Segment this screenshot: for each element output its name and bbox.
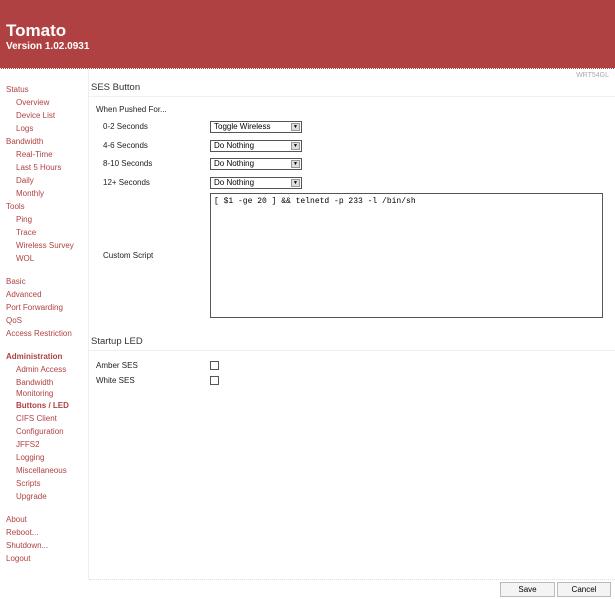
router-model: WRT54GL [576, 72, 609, 79]
sidebar-nav: Status Overview Device List Logs Bandwidth Re… [0, 69, 89, 579]
app-title: Tomato [6, 21, 67, 40]
chevron-down-icon: ▼ [291, 160, 300, 168]
cancel-button[interactable]: Cancel [557, 582, 611, 597]
duration-label: 4-6 Seconds [103, 140, 148, 150]
sidebar-item-wol[interactable]: WOL [16, 254, 34, 263]
chevron-down-icon: ▼ [291, 178, 300, 187]
sidebar-item-last-5-hours[interactable]: Last 5 Hours [16, 163, 61, 172]
sidebar-item-reboot[interactable]: Reboot... [6, 528, 38, 537]
sidebar-item-trace[interactable]: Trace [16, 228, 36, 237]
sidebar-item-configuration[interactable]: Configuration [16, 427, 64, 436]
duration-label: 12+ Seconds [103, 177, 150, 187]
duration-label: 0-2 Seconds [103, 122, 148, 131]
divider [89, 350, 615, 351]
sidebar-item-administration[interactable]: Administration [6, 352, 62, 361]
sidebar-item-real-time[interactable]: Real-Time [16, 150, 53, 159]
startup-led-title: Startup LED [91, 336, 143, 347]
action-select[interactable]: Do Nothing ▼ [210, 176, 302, 189]
sidebar-item-wireless-survey[interactable]: Wireless Survey [16, 241, 74, 250]
action-select-value: Toggle Wireless [214, 122, 271, 131]
chevron-down-icon: ▼ [291, 123, 300, 131]
sidebar-item-advanced[interactable]: Advanced [6, 290, 42, 299]
chevron-down-icon: ▼ [291, 141, 300, 150]
white-ses-checkbox[interactable] [210, 376, 219, 385]
action-select[interactable]: Do Nothing ▼ [210, 158, 302, 170]
sidebar-item-device-list[interactable]: Device List [16, 111, 55, 120]
sidebar-item-ping[interactable]: Ping [16, 215, 32, 224]
sidebar-item-daily[interactable]: Daily [16, 176, 34, 185]
sidebar-item-cifs-client[interactable]: CIFS Client [16, 414, 57, 423]
sidebar-item-logs[interactable]: Logs [16, 124, 33, 133]
action-select[interactable]: Do Nothing ▼ [210, 139, 302, 152]
save-button[interactable]: Save [500, 582, 555, 597]
custom-script-input[interactable]: [ $1 -ge 20 ] && telnetd -p 233 -l /bin/… [210, 193, 603, 318]
action-select-value: Do Nothing [214, 140, 255, 150]
divider [89, 96, 615, 97]
sidebar-item-bandwidth-monitoring[interactable]: Bandwidth Monitoring [16, 378, 66, 399]
action-select-value: Do Nothing [214, 177, 255, 187]
sidebar-item-upgrade[interactable]: Upgrade [16, 492, 47, 501]
when-pushed-label: When Pushed For... [96, 105, 167, 114]
sidebar-item-logging[interactable]: Logging [16, 453, 44, 462]
footer-divider [89, 579, 615, 580]
action-select[interactable]: Toggle Wireless ▼ [210, 121, 302, 133]
sidebar-item-qos[interactable]: QoS [6, 316, 22, 325]
sidebar-item-logout[interactable]: Logout [6, 554, 30, 563]
sidebar-item-shutdown[interactable]: Shutdown... [6, 541, 48, 550]
action-select-value: Do Nothing [214, 159, 255, 168]
sidebar-item-basic[interactable]: Basic [6, 277, 26, 286]
version-label: Version 1.02.0931 [6, 41, 90, 52]
white-ses-label: White SES [96, 376, 135, 385]
sidebar-item-admin-access[interactable]: Admin Access [16, 365, 66, 374]
sidebar-item-jffs2[interactable]: JFFS2 [16, 440, 40, 449]
sidebar-item-bandwidth[interactable]: Bandwidth [6, 137, 43, 146]
sidebar-item-miscellaneous[interactable]: Miscellaneous [16, 466, 67, 475]
amber-ses-label: Amber SES [96, 361, 138, 370]
sidebar-item-port-forwarding[interactable]: Port Forwarding [6, 303, 63, 312]
sidebar-item-about[interactable]: About [6, 515, 27, 524]
duration-label: 8-10 Seconds [103, 159, 153, 168]
custom-script-label: Custom Script [103, 251, 154, 260]
amber-ses-checkbox[interactable] [210, 361, 219, 370]
sidebar-item-monthly[interactable]: Monthly [16, 189, 44, 198]
sidebar-item-access-restriction[interactable]: Access Restriction [6, 329, 72, 338]
header: Tomato Version 1.02.0931 [0, 0, 615, 69]
sidebar-item-status[interactable]: Status [6, 85, 29, 94]
sidebar-item-scripts[interactable]: Scripts [16, 479, 40, 488]
sidebar-item-tools[interactable]: Tools [6, 202, 25, 211]
sidebar-item-overview[interactable]: Overview [16, 98, 49, 107]
ses-button-title: SES Button [91, 82, 141, 93]
sidebar-item-buttons-led[interactable]: Buttons / LED [16, 401, 69, 410]
